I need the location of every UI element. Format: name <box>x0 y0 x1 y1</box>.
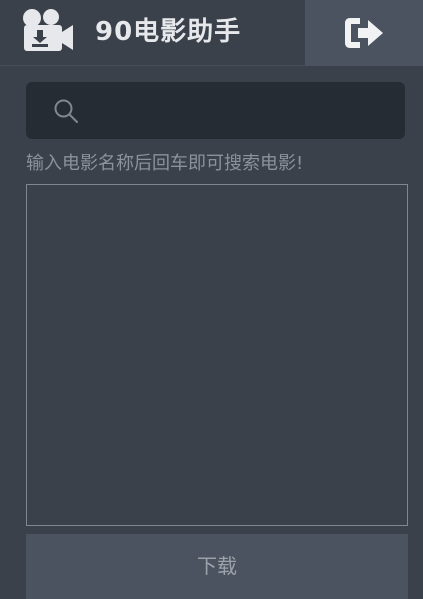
exit-button[interactable] <box>305 0 423 66</box>
search-input[interactable] <box>92 82 392 139</box>
movie-camera-download-icon <box>23 9 73 51</box>
search-box[interactable] <box>26 82 405 139</box>
sign-out-icon <box>345 18 383 48</box>
app-title: 90电影助手 <box>95 17 242 47</box>
results-list[interactable] <box>26 184 408 526</box>
search-hint: 输入电影名称后回车即可搜索电影! <box>26 153 304 174</box>
search-icon <box>54 99 78 123</box>
download-button[interactable]: 下载 <box>26 534 408 599</box>
app-header: 90电影助手 <box>0 0 423 66</box>
